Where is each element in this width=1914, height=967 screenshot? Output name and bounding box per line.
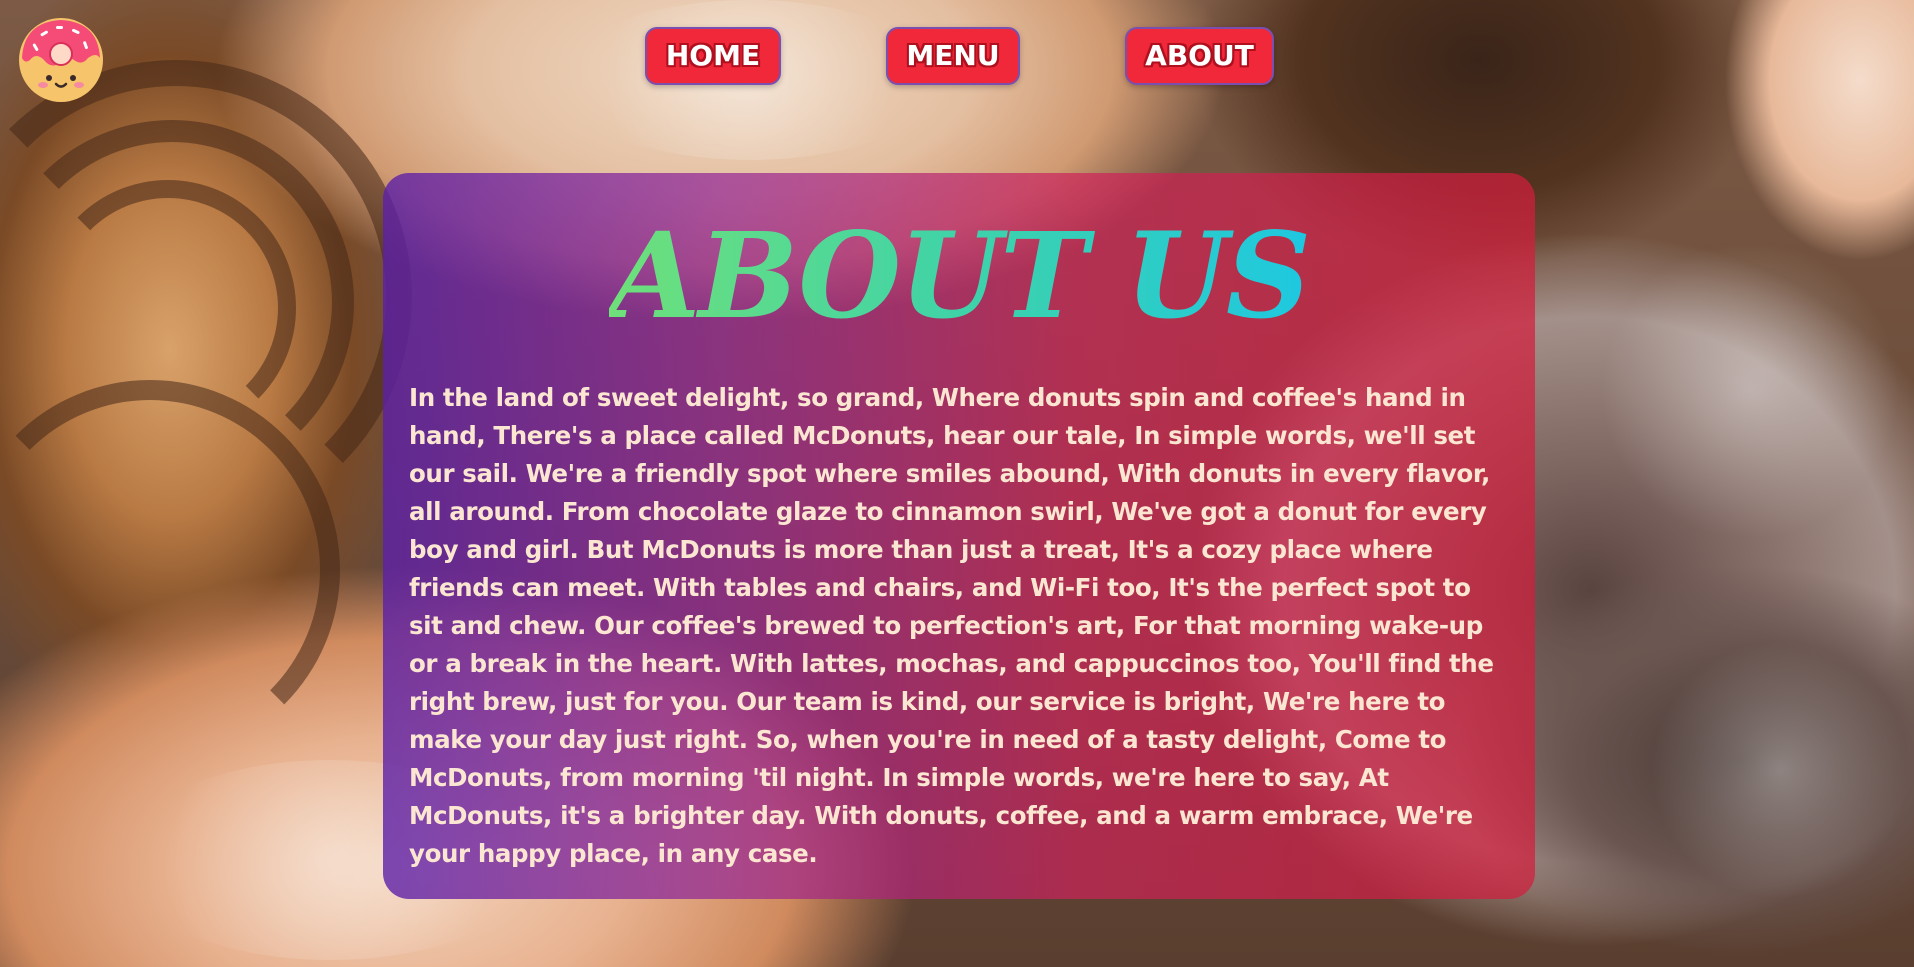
about-card: ABOUT US In the land of sweet delight, s… [383, 173, 1535, 899]
nav-home-button[interactable]: HOME [645, 27, 781, 85]
nav-about-button[interactable]: ABOUT [1125, 27, 1274, 85]
donut-logo[interactable] [16, 14, 106, 104]
nav-menu-button[interactable]: MENU [886, 27, 1020, 85]
page-title-text: ABOUT US [608, 206, 1311, 345]
page-title: ABOUT US [383, 211, 1535, 341]
about-paragraph: In the land of sweet delight, so grand, … [409, 383, 1494, 868]
sugar-dusting [1600, 240, 1900, 540]
donut-icon [19, 18, 103, 102]
sugar-dusting [1650, 640, 1910, 900]
